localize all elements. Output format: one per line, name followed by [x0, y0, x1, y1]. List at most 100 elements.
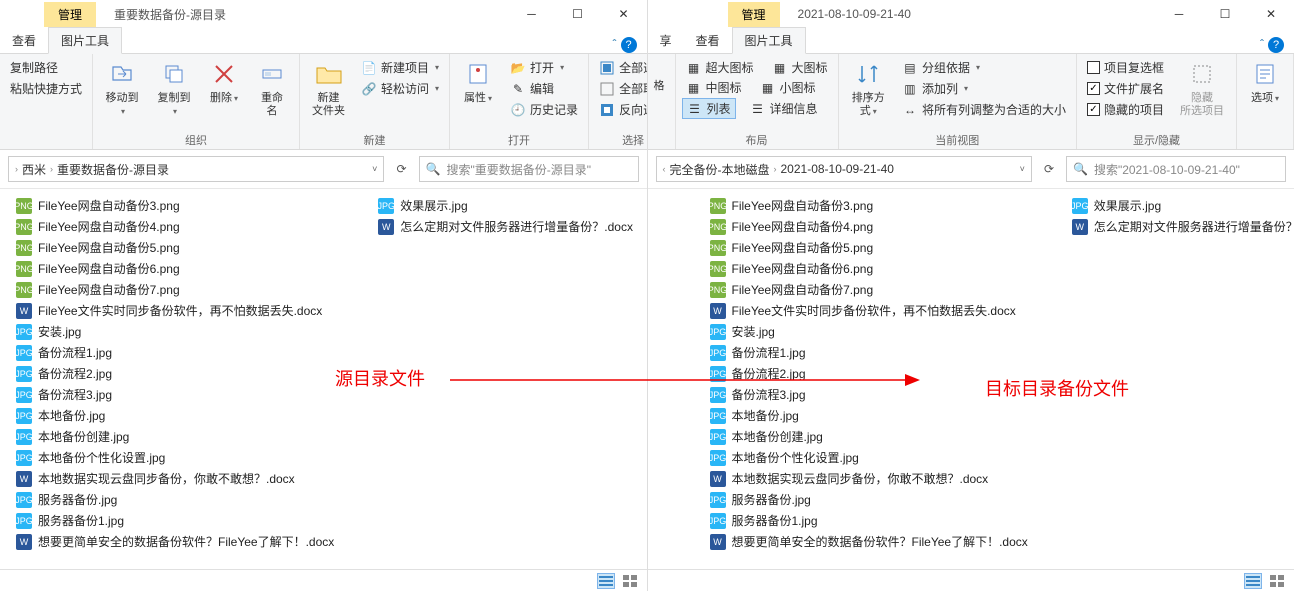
help-icon[interactable]: ?	[621, 37, 637, 53]
details-view-button[interactable]: ☰详细信息	[746, 98, 822, 119]
file-item[interactable]: JPG备份流程2.jpg	[14, 363, 336, 384]
file-item[interactable]: JPG本地备份.jpg	[708, 405, 1030, 426]
size-columns-button[interactable]: ↔将所有列调整为合适的大小	[898, 100, 1070, 119]
tab-picture-tools[interactable]: 图片工具	[732, 27, 806, 54]
sort-by-button[interactable]: 排序方式	[845, 56, 892, 120]
copy-path-button[interactable]: 复制路径	[6, 58, 86, 77]
file-item[interactable]: JPG备份流程1.jpg	[14, 342, 336, 363]
paste-shortcut-button[interactable]: 粘贴快捷方式	[6, 79, 86, 98]
easy-access-button[interactable]: 🔗轻松访问	[357, 79, 443, 98]
select-none-button[interactable]: 全部取消	[595, 79, 647, 98]
minimize-button[interactable]: ─	[509, 0, 555, 28]
select-all-button[interactable]: 全部选择	[595, 58, 647, 77]
properties-button[interactable]: 属性	[456, 56, 500, 107]
invert-selection-button[interactable]: 反向选择	[595, 100, 647, 119]
ribbon-collapse[interactable]: ˆ?	[613, 37, 637, 53]
file-item[interactable]: JPG本地备份创建.jpg	[14, 426, 336, 447]
refresh-button[interactable]: ⟳	[392, 162, 410, 176]
tab-view[interactable]: 查看	[684, 28, 732, 53]
manage-tab[interactable]: 管理	[44, 2, 96, 27]
tab-picture-tools[interactable]: 图片工具	[48, 27, 122, 54]
file-item[interactable]: PNGFileYee网盘自动备份5.png	[14, 237, 336, 258]
ribbon-collapse[interactable]: ˆ?	[1260, 37, 1284, 53]
breadcrumb[interactable]: › 西米 › 重要数据备份-源目录 ˅	[8, 156, 384, 182]
item-checkboxes-toggle[interactable]: 项目复选框	[1083, 58, 1168, 77]
file-item[interactable]: PNGFileYee网盘自动备份3.png	[14, 195, 336, 216]
file-item[interactable]: JPG备份流程3.jpg	[14, 384, 336, 405]
new-item-button[interactable]: 📄新建项目	[357, 58, 443, 77]
large-icons-view-icon[interactable]	[1268, 573, 1286, 589]
file-item[interactable]: W想要更简单安全的数据备份软件？FileYee了解下！.docx	[708, 531, 1030, 552]
breadcrumb-seg[interactable]: 完全备份-本地磁盘	[670, 161, 770, 178]
breadcrumb-seg[interactable]: 西米	[22, 161, 46, 178]
hide-selected-button[interactable]: 隐藏 所选项目	[1174, 56, 1230, 120]
open-button[interactable]: 📂打开	[506, 58, 582, 77]
file-item[interactable]: PNGFileYee网盘自动备份4.png	[14, 216, 336, 237]
file-item[interactable]: W本地数据实现云盘同步备份，你敢不敢想？.docx	[708, 468, 1030, 489]
details-view-icon[interactable]	[597, 573, 615, 589]
file-item[interactable]: WFileYee文件实时同步备份软件，再不怕数据丢失.docx	[14, 300, 336, 321]
file-item[interactable]: W本地数据实现云盘同步备份，你敢不敢想？.docx	[14, 468, 336, 489]
hidden-items-toggle[interactable]: 隐藏的项目	[1083, 100, 1168, 119]
file-item[interactable]: JPG本地备份创建.jpg	[708, 426, 1030, 447]
file-item[interactable]: PNGFileYee网盘自动备份6.png	[708, 258, 1030, 279]
file-item[interactable]: PNGFileYee网盘自动备份6.png	[14, 258, 336, 279]
refresh-button[interactable]: ⟳	[1040, 162, 1058, 176]
breadcrumb[interactable]: ‹ 完全备份-本地磁盘 › 2021-08-10-09-21-40 ˅	[656, 156, 1032, 182]
file-item[interactable]: JPG备份流程3.jpg	[708, 384, 1030, 405]
new-folder-button[interactable]: 新建 文件夹	[306, 56, 351, 120]
file-item[interactable]: JPG本地备份个性化设置.jpg	[708, 447, 1030, 468]
group-by-button[interactable]: ▤分组依据	[898, 58, 1070, 77]
file-list[interactable]: PNGFileYee网盘自动备份3.pngPNGFileYee网盘自动备份4.p…	[0, 189, 647, 569]
rename-button[interactable]: 重命名	[251, 56, 293, 120]
breadcrumb-seg[interactable]: 重要数据备份-源目录	[57, 161, 169, 178]
manage-tab[interactable]: 管理	[728, 2, 780, 27]
search-input[interactable]: 🔍 搜索"2021-08-10-09-21-40"	[1066, 156, 1286, 182]
maximize-button[interactable]: ☐	[555, 0, 601, 28]
file-item[interactable]: W怎么定期对文件服务器进行增量备份？.docx	[376, 216, 635, 237]
minimize-button[interactable]: ─	[1156, 0, 1202, 28]
file-item[interactable]: JPG服务器备份.jpg	[14, 489, 336, 510]
file-item[interactable]: JPG服务器备份1.jpg	[14, 510, 336, 531]
file-item[interactable]: PNGFileYee网盘自动备份3.png	[708, 195, 1030, 216]
file-item[interactable]: PNGFileYee网盘自动备份4.png	[708, 216, 1030, 237]
file-item[interactable]: PNGFileYee网盘自动备份7.png	[14, 279, 336, 300]
file-item[interactable]: JPG本地备份个性化设置.jpg	[14, 447, 336, 468]
help-icon[interactable]: ?	[1268, 37, 1284, 53]
maximize-button[interactable]: ☐	[1202, 0, 1248, 28]
tab-view[interactable]: 查看	[0, 28, 48, 53]
file-item[interactable]: JPG本地备份.jpg	[14, 405, 336, 426]
file-item[interactable]: PNGFileYee网盘自动备份5.png	[708, 237, 1030, 258]
history-button[interactable]: 🕘历史记录	[506, 100, 582, 119]
large-icons-button[interactable]: ▦大图标	[768, 58, 832, 77]
add-columns-button[interactable]: ▥添加列	[898, 79, 1070, 98]
file-item[interactable]: W想要更简单安全的数据备份软件？FileYee了解下！.docx	[14, 531, 336, 552]
details-view-icon[interactable]	[1244, 573, 1262, 589]
file-item[interactable]: WFileYee文件实时同步备份软件，再不怕数据丢失.docx	[708, 300, 1030, 321]
file-item[interactable]: JPG备份流程1.jpg	[708, 342, 1030, 363]
file-item[interactable]: JPG效果展示.jpg	[1070, 195, 1294, 216]
small-icons-button[interactable]: ▦小图标	[756, 78, 820, 97]
breadcrumb-seg[interactable]: 2021-08-10-09-21-40	[781, 162, 894, 176]
file-list[interactable]: PNGFileYee网盘自动备份3.pngPNGFileYee网盘自动备份4.p…	[648, 189, 1294, 569]
list-view-button[interactable]: ☰列表	[682, 98, 736, 119]
file-item[interactable]: JPG安装.jpg	[708, 321, 1030, 342]
file-extensions-toggle[interactable]: 文件扩展名	[1083, 79, 1168, 98]
file-item[interactable]: JPG效果展示.jpg	[376, 195, 635, 216]
file-item[interactable]: PNGFileYee网盘自动备份7.png	[708, 279, 1030, 300]
move-to-button[interactable]: 移动到	[99, 56, 145, 120]
file-item[interactable]: JPG安装.jpg	[14, 321, 336, 342]
file-item[interactable]: JPG服务器备份.jpg	[708, 489, 1030, 510]
xlarge-icons-button[interactable]: ▦超大图标	[682, 58, 758, 77]
close-button[interactable]: ✕	[1248, 0, 1294, 28]
search-input[interactable]: 🔍 搜索"重要数据备份-源目录"	[419, 156, 639, 182]
copy-to-button[interactable]: 复制到	[151, 56, 197, 120]
close-button[interactable]: ✕	[601, 0, 647, 28]
file-item[interactable]: JPG备份流程2.jpg	[708, 363, 1030, 384]
tab-share[interactable]: 享	[648, 28, 684, 53]
delete-button[interactable]: 删除	[203, 56, 245, 107]
options-button[interactable]: 选项	[1243, 56, 1287, 107]
edit-button[interactable]: ✎编辑	[506, 79, 582, 98]
large-icons-view-icon[interactable]	[621, 573, 639, 589]
medium-icons-button[interactable]: ▦中图标	[682, 78, 746, 97]
